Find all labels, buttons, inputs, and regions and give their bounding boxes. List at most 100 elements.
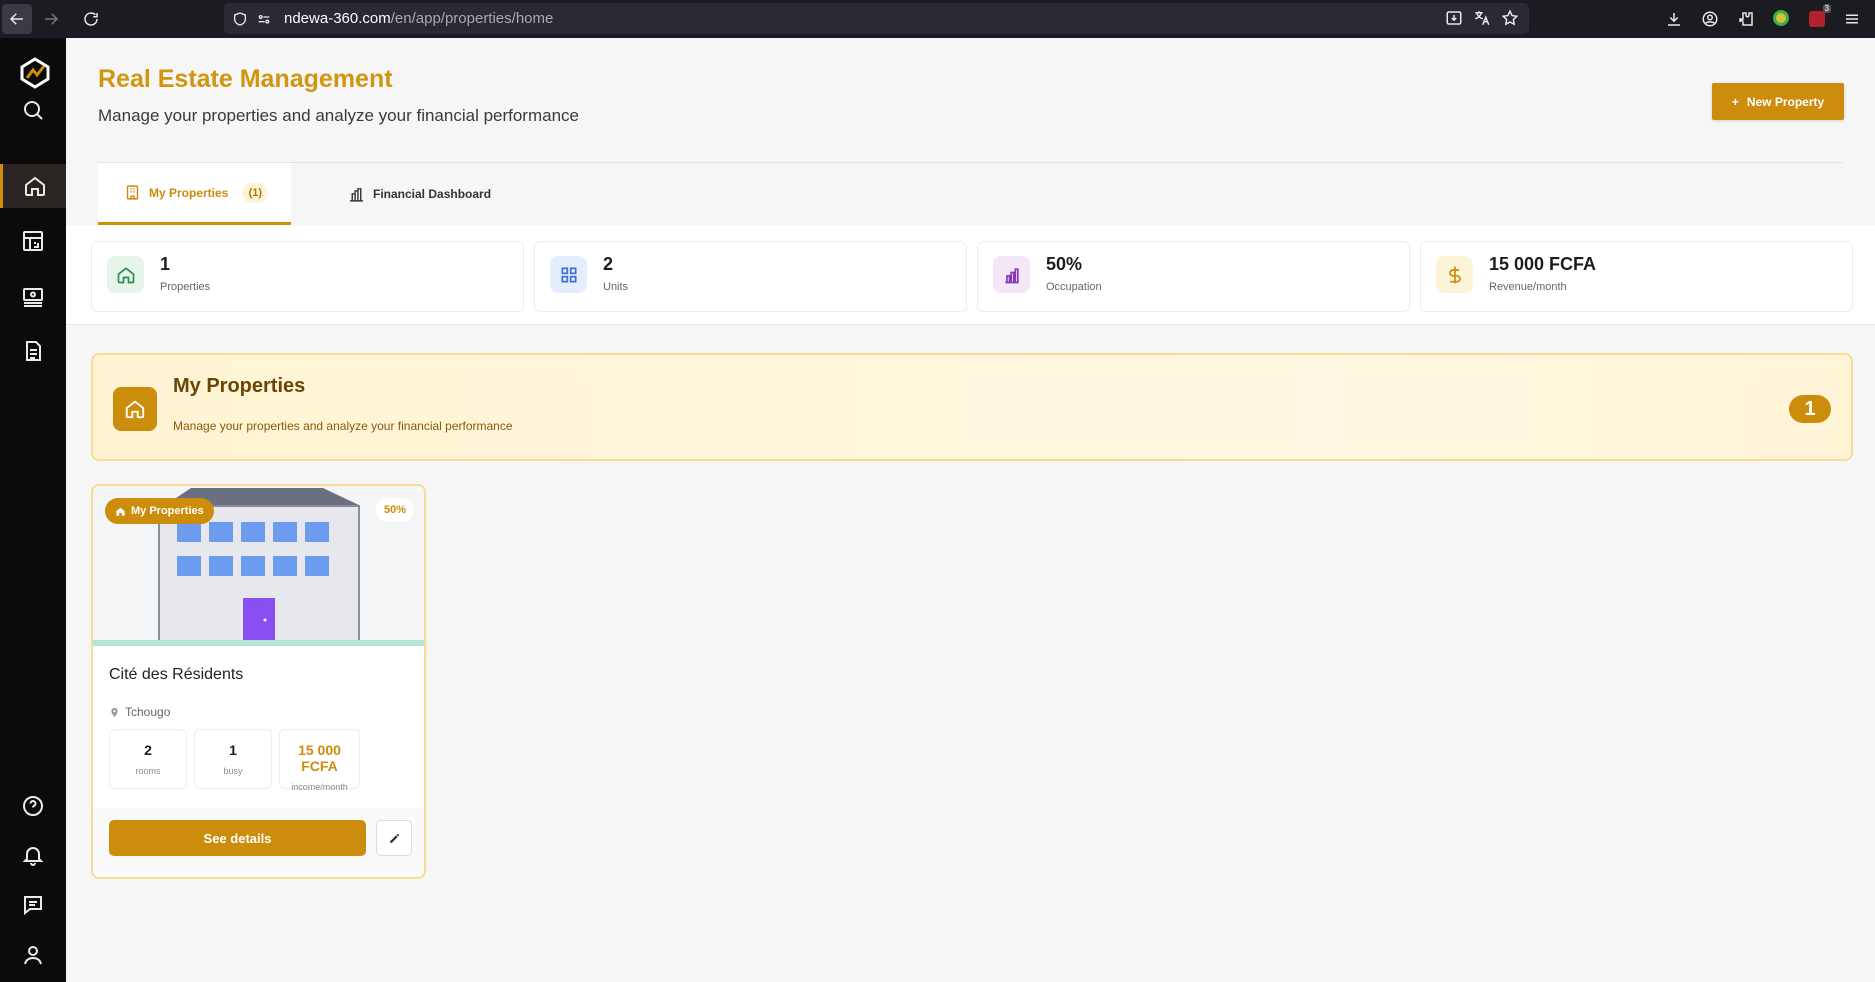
new-property-button[interactable]: + New Property	[1712, 83, 1844, 120]
pencil-icon	[389, 833, 399, 843]
stat-label: Properties	[160, 281, 211, 293]
property-name: Cité des Résidents	[109, 666, 244, 683]
arrow-left-icon	[9, 13, 23, 25]
user-icon	[24, 946, 42, 965]
account-icon[interactable]	[1701, 10, 1719, 28]
app-sidebar	[0, 38, 66, 982]
app-logo-icon[interactable]	[18, 56, 52, 90]
occupancy-badge: 50%	[376, 498, 414, 522]
url-domain: ndewa-360.com	[284, 10, 391, 27]
income-value: 15 000 FCFA	[298, 742, 341, 774]
stat-value: 1	[160, 254, 171, 274]
sidebar-item-properties[interactable]	[0, 164, 66, 208]
sidebar-item-units[interactable]	[0, 274, 66, 318]
monitor-list-icon	[23, 288, 43, 307]
busy-label: busy	[223, 766, 243, 776]
stat-label: Occupation	[1046, 281, 1102, 293]
sidebar-search[interactable]	[0, 88, 66, 132]
banner-count-badge: 1	[1789, 395, 1831, 423]
property-illustration: My Properties 50%	[93, 486, 424, 646]
income-stat: 15 000 FCFA income/month	[279, 729, 360, 792]
stat-card-occupation: 50% Occupation	[977, 241, 1410, 312]
plus-icon: +	[1731, 94, 1739, 109]
stat-card-properties: 1 Properties	[91, 241, 524, 312]
forward-button[interactable]	[36, 4, 66, 34]
page-subtitle: Manage your properties and analyze your …	[98, 106, 579, 125]
address-bar[interactable]: ndewa-360.com/en/app/properties/home	[224, 3, 1529, 34]
main-content: Real Estate Management Manage your prope…	[66, 38, 1875, 982]
my-properties-badge: My Properties	[105, 498, 214, 524]
bell-icon	[22, 847, 44, 866]
home-icon	[113, 387, 157, 431]
arrow-right-icon	[45, 13, 59, 25]
extension-badge-count: 3	[1822, 4, 1831, 13]
install-app-icon[interactable]	[1445, 9, 1463, 27]
rooms-stat: 2 rooms	[109, 729, 187, 789]
income-label: income/month	[291, 782, 348, 792]
stat-value: 15 000 FCFA	[1489, 254, 1597, 274]
sidebar-notifications[interactable]	[0, 833, 66, 877]
sidebar-item-dashboard[interactable]	[0, 219, 66, 263]
sidebar-item-documents[interactable]	[0, 329, 66, 373]
bookmark-star-icon[interactable]	[1501, 9, 1519, 27]
stat-label: Units	[603, 281, 629, 293]
edit-property-button[interactable]	[376, 820, 412, 856]
downloads-icon[interactable]	[1665, 10, 1683, 28]
home-icon	[107, 256, 144, 293]
reload-button[interactable]	[76, 4, 106, 34]
tab-financial-dashboard-label: Financial Dashboard	[373, 187, 492, 201]
tab-my-properties[interactable]: My Properties (1)	[98, 163, 291, 225]
sidebar-messages[interactable]	[0, 883, 66, 927]
property-card[interactable]: My Properties 50% Cité des Résidents Tch…	[91, 484, 426, 879]
see-details-button[interactable]: See details	[109, 820, 366, 856]
translate-icon[interactable]	[1473, 9, 1491, 27]
dollar-icon	[1436, 256, 1473, 293]
chat-icon	[24, 896, 42, 916]
stat-label: Revenue/month	[1489, 281, 1567, 293]
busy-value: 1	[229, 742, 237, 758]
rooms-label: rooms	[135, 766, 161, 776]
stat-value: 50%	[1046, 254, 1083, 274]
building-icon	[126, 185, 139, 200]
dashboard-icon	[23, 231, 43, 251]
stats-row: 1 Properties 2 Units 50% Occupation 15 0…	[66, 225, 1875, 325]
map-pin-icon	[111, 707, 118, 717]
page-title: Real Estate Management	[98, 65, 393, 93]
shield-icon	[232, 11, 248, 27]
help-icon	[23, 796, 43, 816]
home-icon	[116, 507, 125, 516]
banner-title: My Properties	[173, 375, 306, 397]
extensions-icon[interactable]	[1737, 10, 1755, 28]
stat-card-units: 2 Units	[534, 241, 967, 312]
ground-strip	[93, 640, 424, 646]
browser-toolbar: ndewa-360.com/en/app/properties/home 3	[0, 0, 1875, 38]
location-text: Tchougo	[125, 705, 171, 719]
tab-my-properties-label: My Properties	[149, 185, 229, 200]
reload-icon	[84, 12, 98, 26]
tab-financial-dashboard[interactable]: Financial Dashboard	[348, 163, 491, 225]
back-button[interactable]	[2, 4, 32, 34]
busy-stat: 1 busy	[194, 729, 272, 789]
tab-count-badge: (1)	[242, 182, 269, 203]
extension-green-icon[interactable]	[1773, 10, 1791, 28]
sidebar-profile[interactable]	[0, 933, 66, 977]
url-path: /en/app/properties/home	[390, 10, 554, 27]
banner-subtitle: Manage your properties and analyze your …	[173, 419, 513, 433]
sidebar-help[interactable]	[0, 784, 66, 828]
badge-label: My Properties	[131, 505, 204, 517]
menu-icon[interactable]	[1843, 10, 1861, 28]
new-property-label: New Property	[1746, 94, 1825, 109]
grid-icon	[550, 256, 587, 293]
property-location: Tchougo	[109, 705, 170, 719]
chart-bars-icon	[350, 187, 363, 202]
site-permissions-icon[interactable]	[256, 11, 272, 27]
my-properties-banner: My Properties Manage your properties and…	[91, 353, 1853, 461]
stat-value: 2	[603, 254, 614, 274]
stat-card-revenue: 15 000 FCFA Revenue/month	[1420, 241, 1853, 312]
bar-chart-icon	[993, 256, 1030, 293]
extension-red-icon[interactable]: 3	[1809, 4, 1831, 27]
home-icon	[24, 176, 45, 196]
url-text[interactable]: ndewa-360.com/en/app/properties/home	[284, 10, 553, 27]
rooms-value: 2	[144, 742, 152, 758]
search-icon	[24, 101, 43, 120]
